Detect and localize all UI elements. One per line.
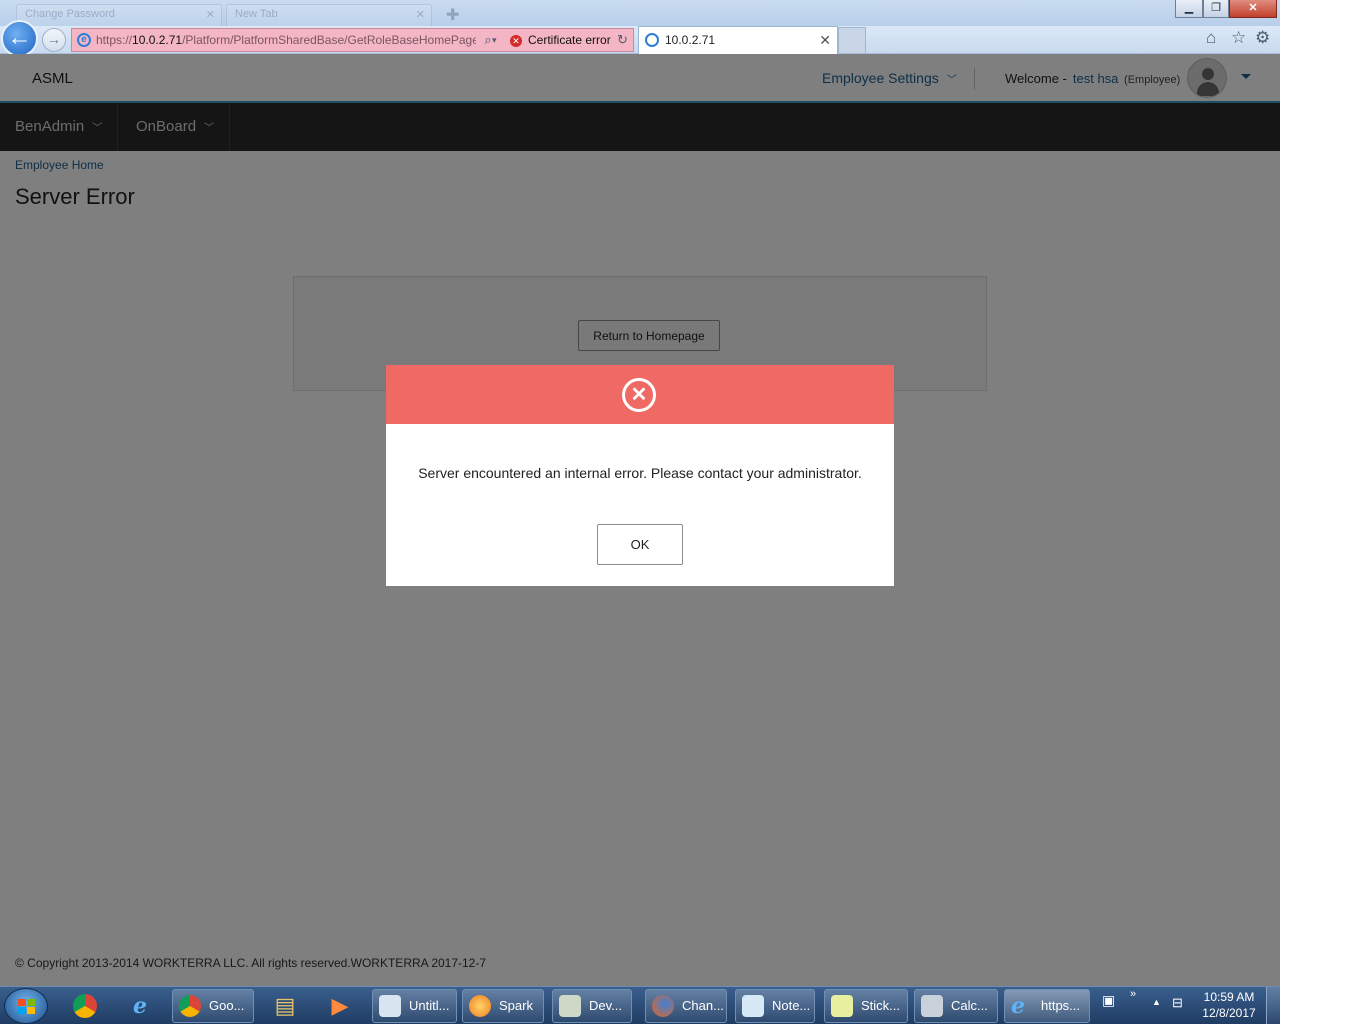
internet-explorer-icon[interactable]: e xyxy=(118,989,162,1023)
taskbar-item-label: Note... xyxy=(772,998,811,1013)
tab-strip: Change Password ✕ New Tab ✕ ✚ ▁ ❐ ✕ xyxy=(0,0,1280,26)
taskbar-item-label: Goo... xyxy=(209,998,245,1013)
windows-taskbar: e Goo... ▤ ▶ Untitl... Spark Dev... Chan… xyxy=(0,986,1280,1024)
desktop-screen: Change Password ✕ New Tab ✕ ✚ ▁ ❐ ✕ → e … xyxy=(0,0,1358,1024)
tab-active[interactable]: 10.0.2.71 ✕ xyxy=(638,26,838,54)
taskbar-item-label: Chan... xyxy=(682,998,724,1013)
chrome-icon xyxy=(179,995,201,1017)
show-desktop-button[interactable] xyxy=(1266,987,1280,1024)
certificate-error-label: Certificate error xyxy=(528,33,611,47)
internet-explorer-icon: e xyxy=(1011,993,1025,1019)
error-circle-x-icon: ✕ xyxy=(622,378,656,412)
media-player-icon[interactable]: ▶ xyxy=(318,989,362,1023)
forward-button[interactable]: → xyxy=(42,28,66,52)
calculator-icon xyxy=(921,995,943,1017)
dev-tool-icon xyxy=(559,995,581,1017)
ok-button[interactable]: OK xyxy=(597,524,683,565)
clock-date: 12/8/2017 xyxy=(1202,1006,1256,1020)
taskbar-item-dev[interactable]: Dev... xyxy=(552,989,632,1023)
file-explorer-icon[interactable]: ▤ xyxy=(263,989,307,1023)
taskbar-item-label: Calc... xyxy=(951,998,988,1013)
new-tab-button[interactable] xyxy=(838,27,866,53)
taskbar-item-firefox[interactable]: Chan... xyxy=(645,989,727,1023)
close-tab-icon[interactable]: ✕ xyxy=(416,8,425,21)
tab-title: New Tab xyxy=(235,8,278,20)
taskbar-item-sticky-notes[interactable]: Stick... xyxy=(824,989,908,1023)
spark-icon xyxy=(469,995,491,1017)
notepad-icon xyxy=(742,995,764,1017)
error-message: Server encountered an internal error. Pl… xyxy=(418,465,862,481)
toolbar-expand-icon[interactable]: » xyxy=(1130,988,1136,1000)
browser-window: Change Password ✕ New Tab ✕ ✚ ▁ ❐ ✕ → e … xyxy=(0,0,1280,986)
taskbar-item-label: Dev... xyxy=(589,998,622,1013)
close-tab-icon[interactable]: ✕ xyxy=(206,8,215,21)
ie-page-icon xyxy=(645,33,659,47)
taskbar-item-label: Stick... xyxy=(861,998,901,1013)
tab-new-tab[interactable]: New Tab ✕ xyxy=(226,4,432,26)
taskbar-item-label: https... xyxy=(1041,998,1081,1013)
taskbar-item-label: Untitl... xyxy=(409,998,450,1013)
home-icon[interactable]: ⌂ xyxy=(1206,28,1216,48)
paint-icon xyxy=(379,995,401,1017)
taskbar-item-paint[interactable]: Untitl... xyxy=(372,989,457,1023)
back-button[interactable]: ← xyxy=(1,20,38,57)
address-bar[interactable]: e https://10.0.2.71/Platform/PlatformSha… xyxy=(71,28,634,52)
firefox-icon xyxy=(652,995,674,1017)
favorites-star-icon[interactable]: ☆ xyxy=(1231,28,1246,48)
ie-page-icon: e xyxy=(77,33,91,47)
url-path: /Platform/PlatformSharedBase/GetRoleBase… xyxy=(182,33,479,47)
refresh-icon[interactable]: ↻ xyxy=(617,29,628,51)
taskbar-item-notepad[interactable]: Note... xyxy=(735,989,815,1023)
url-scheme: https:// xyxy=(96,33,133,47)
url-host: 10.0.2.71 xyxy=(132,33,183,47)
system-clock[interactable]: 10:59 AM 12/8/2017 xyxy=(1196,989,1262,1021)
close-window-button[interactable]: ✕ xyxy=(1229,0,1277,18)
certificate-error-indicator[interactable]: ✕ Certificate error xyxy=(510,29,611,51)
tab-title: Change Password xyxy=(25,8,115,20)
clock-time: 10:59 AM xyxy=(1203,990,1255,1004)
taskbar-item-spark[interactable]: Spark xyxy=(462,989,544,1023)
taskbar-item-label: Spark xyxy=(499,998,533,1013)
navigation-bar: → e https://10.0.2.71/Platform/PlatformS… xyxy=(0,26,1280,54)
start-button[interactable] xyxy=(4,988,48,1024)
folder-tray-icon[interactable]: ▣ xyxy=(1102,992,1115,1009)
error-dialog: ✕ Server encountered an internal error. … xyxy=(386,365,894,586)
sticky-notes-icon xyxy=(831,995,853,1017)
settings-gear-icon[interactable]: ⚙ xyxy=(1255,28,1270,48)
close-tab-icon[interactable]: ✕ xyxy=(819,27,831,53)
taskbar-item-internet-explorer[interactable]: e https... xyxy=(1004,989,1090,1023)
tab-change-password[interactable]: Change Password ✕ xyxy=(16,4,222,26)
taskbar-item-chrome[interactable]: Goo... xyxy=(172,989,254,1023)
dropdown-arrow-icon[interactable]: ▾ xyxy=(492,29,497,51)
show-hidden-icons-icon[interactable]: ▲ xyxy=(1152,997,1161,1007)
new-tab-icon[interactable]: ✚ xyxy=(446,5,459,25)
restore-button[interactable]: ❐ xyxy=(1203,0,1229,18)
error-icon: ✕ xyxy=(510,34,522,47)
error-dialog-header: ✕ xyxy=(386,365,894,424)
chrome-icon[interactable] xyxy=(63,989,107,1023)
tab-title: 10.0.2.71 xyxy=(665,33,716,47)
minimize-button[interactable]: ▁ xyxy=(1175,0,1203,18)
windows-logo-icon xyxy=(18,999,36,1015)
network-icon[interactable]: ⊟ xyxy=(1172,995,1183,1011)
taskbar-item-calculator[interactable]: Calc... xyxy=(914,989,998,1023)
